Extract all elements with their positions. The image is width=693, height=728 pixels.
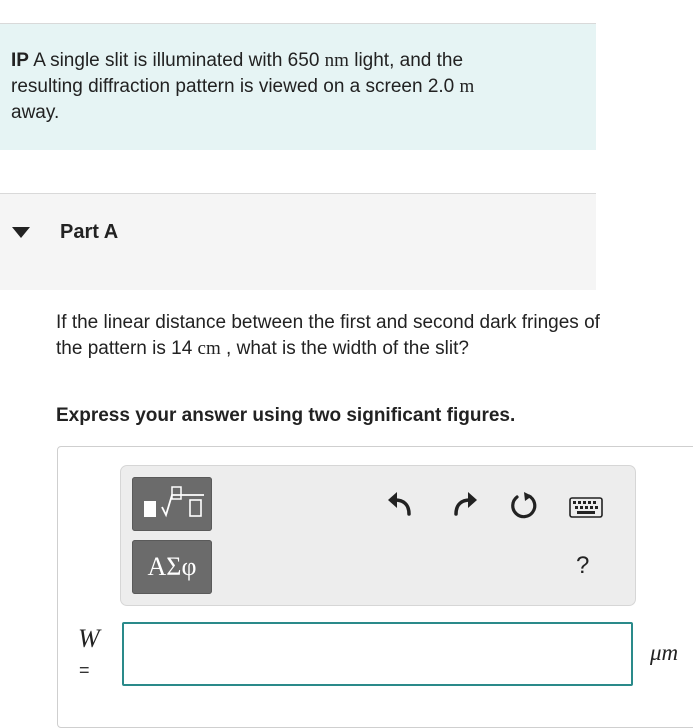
greek-symbols-button[interactable]: ΑΣφ <box>132 540 212 594</box>
ip-label: IP <box>11 50 29 71</box>
unit-m: m <box>459 76 475 97</box>
part-a-header[interactable]: Part A <box>0 194 596 290</box>
problem-statement: IP A single slit is illuminated with 650… <box>11 50 475 123</box>
collapse-caret-icon[interactable] <box>12 227 30 238</box>
template-button[interactable] <box>132 477 212 531</box>
problem-intro: IP A single slit is illuminated with 650… <box>0 24 596 150</box>
unit-nm: nm <box>324 50 349 71</box>
answer-unit: μm <box>650 640 679 665</box>
equals-sign: = <box>79 660 90 680</box>
keyboard-icon[interactable] <box>569 497 603 519</box>
unit-cm: cm <box>197 338 221 359</box>
reset-icon[interactable] <box>508 490 540 522</box>
help-button[interactable]: ? <box>576 552 589 580</box>
answer-instruction: Express your answer using two significan… <box>56 405 516 426</box>
template-icon <box>144 486 204 518</box>
undo-icon[interactable] <box>385 488 415 518</box>
part-title: Part A <box>60 221 119 243</box>
answer-variable: W <box>78 624 100 653</box>
redo-icon[interactable] <box>450 488 480 518</box>
answer-input[interactable] <box>122 622 633 686</box>
question-text: If the linear distance between the first… <box>56 312 600 359</box>
